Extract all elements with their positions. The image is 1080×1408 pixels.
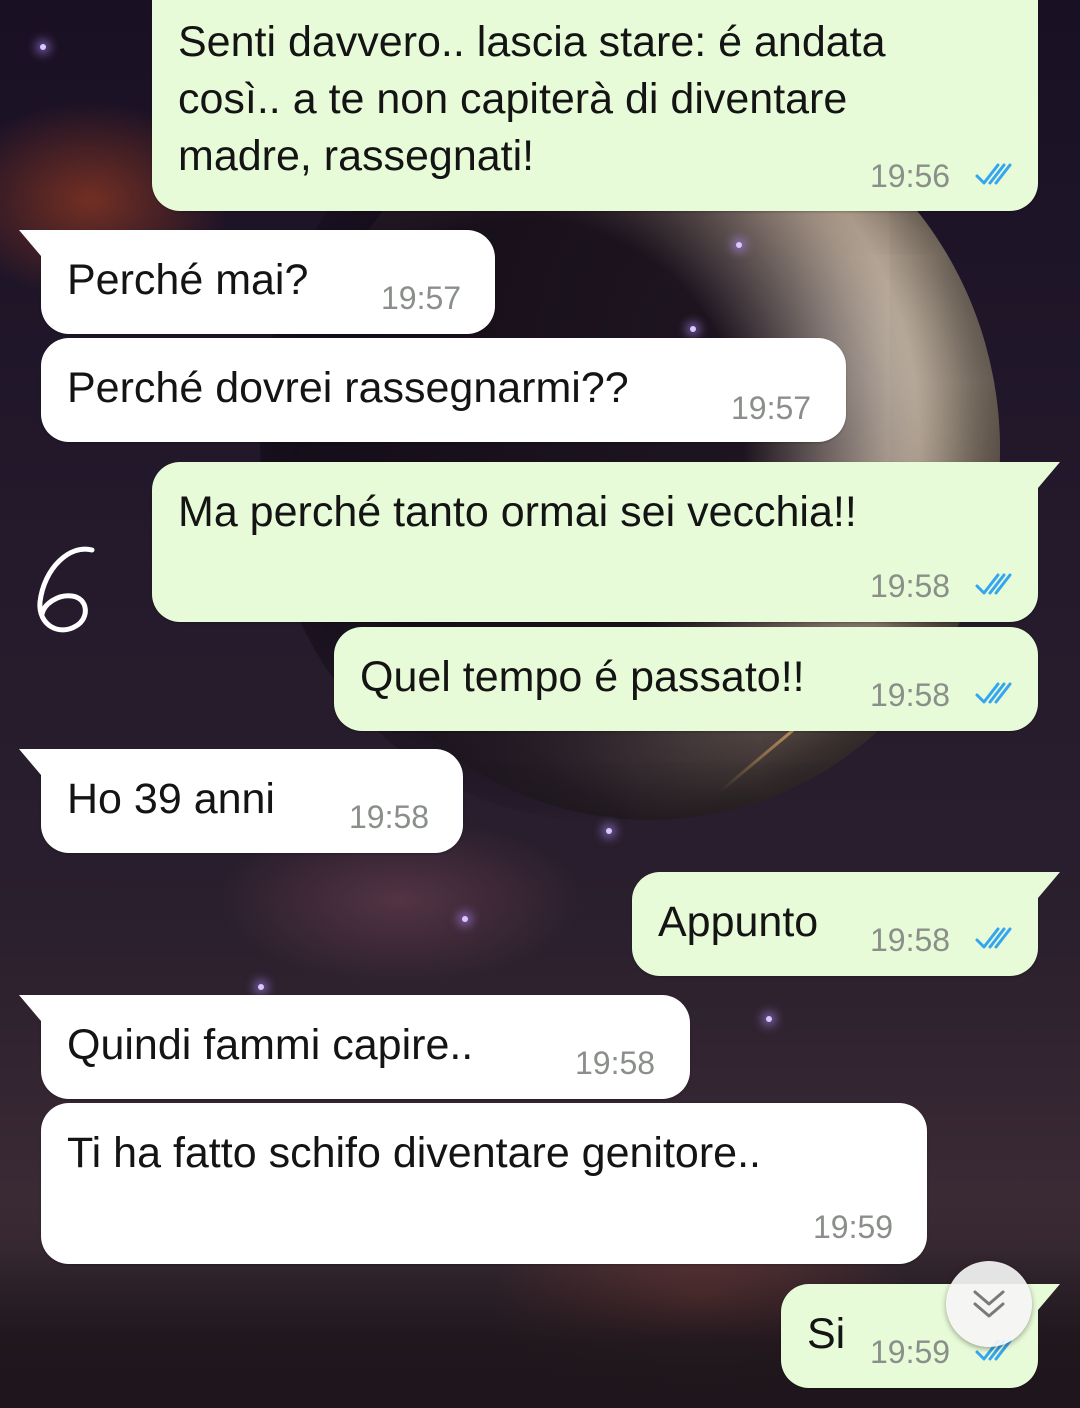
wallpaper-star [690,326,696,332]
message-text: Appunto [658,898,819,946]
message-bubble-incoming[interactable]: Ho 39 anni 19:58 [19,749,463,853]
message-time: 19:58 [349,799,430,835]
message-time: 19:56 [870,158,951,194]
message-text: Senti davvero.. lascia stare: é andata c… [178,18,886,180]
double-check-icon [975,927,1012,949]
double-check-icon [975,163,1012,185]
message-text: Quel tempo é passato!! [360,653,805,701]
message-bubble-outgoing[interactable]: Quel tempo é passato!! 19:58 [334,627,1038,731]
wallpaper-star [462,916,468,922]
bubble-tail [19,230,41,256]
message-text: Ma perché tanto ormai sei vecchia!! [178,488,857,536]
message-text: Si [807,1310,846,1358]
message-time: 19:59 [813,1209,894,1245]
message-time: 19:58 [575,1045,656,1081]
message-time: 19:58 [870,677,951,713]
wallpaper-star [258,984,264,990]
message-text: Ti ha fatto schifo diventare genitore.. [67,1129,761,1177]
double-check-icon [975,682,1012,704]
message-time: 19:59 [870,1334,951,1370]
message-text: Ho 39 anni [67,775,275,823]
message-bubble-outgoing[interactable]: Senti davvero.. lascia stare: é andata c… [152,0,1038,211]
message-text: Perché dovrei rassegnarmi?? [67,364,629,412]
message-bubble-outgoing[interactable]: Ma perché tanto ormai sei vecchia!! 19:5… [152,462,1060,622]
message-time: 19:57 [731,390,812,426]
message-time: 19:58 [870,568,951,604]
message-bubble-incoming[interactable]: Ti ha fatto schifo diventare genitore.. … [41,1103,927,1264]
message-bubble-incoming[interactable]: Perché mai? 19:57 [19,230,495,334]
wallpaper-star [766,1016,772,1022]
wallpaper-star [40,44,46,50]
bubble-tail [1038,1284,1060,1310]
wallpaper-star [736,242,742,248]
handwritten-number [37,546,95,633]
message-time: 19:57 [381,280,462,316]
message-text: Perché mai? [67,256,309,304]
bubble-tail [19,749,41,775]
scroll-to-bottom-button[interactable] [946,1261,1032,1347]
message-bubble-incoming[interactable]: Quindi fammi capire.. 19:58 [19,995,690,1099]
double-check-icon [975,573,1012,595]
message-bubble-incoming[interactable]: Perché dovrei rassegnarmi?? 19:57 [41,338,846,442]
message-time: 19:58 [870,922,951,958]
bubble-tail [1038,872,1060,898]
wallpaper-star [606,828,612,834]
message-text: Quindi fammi capire.. [67,1021,474,1069]
chevron-double-down-icon [973,1290,1005,1318]
message-bubble-outgoing[interactable]: Appunto 19:58 [632,872,1060,976]
bubble-tail [1038,462,1060,488]
bubble-tail [19,995,41,1021]
